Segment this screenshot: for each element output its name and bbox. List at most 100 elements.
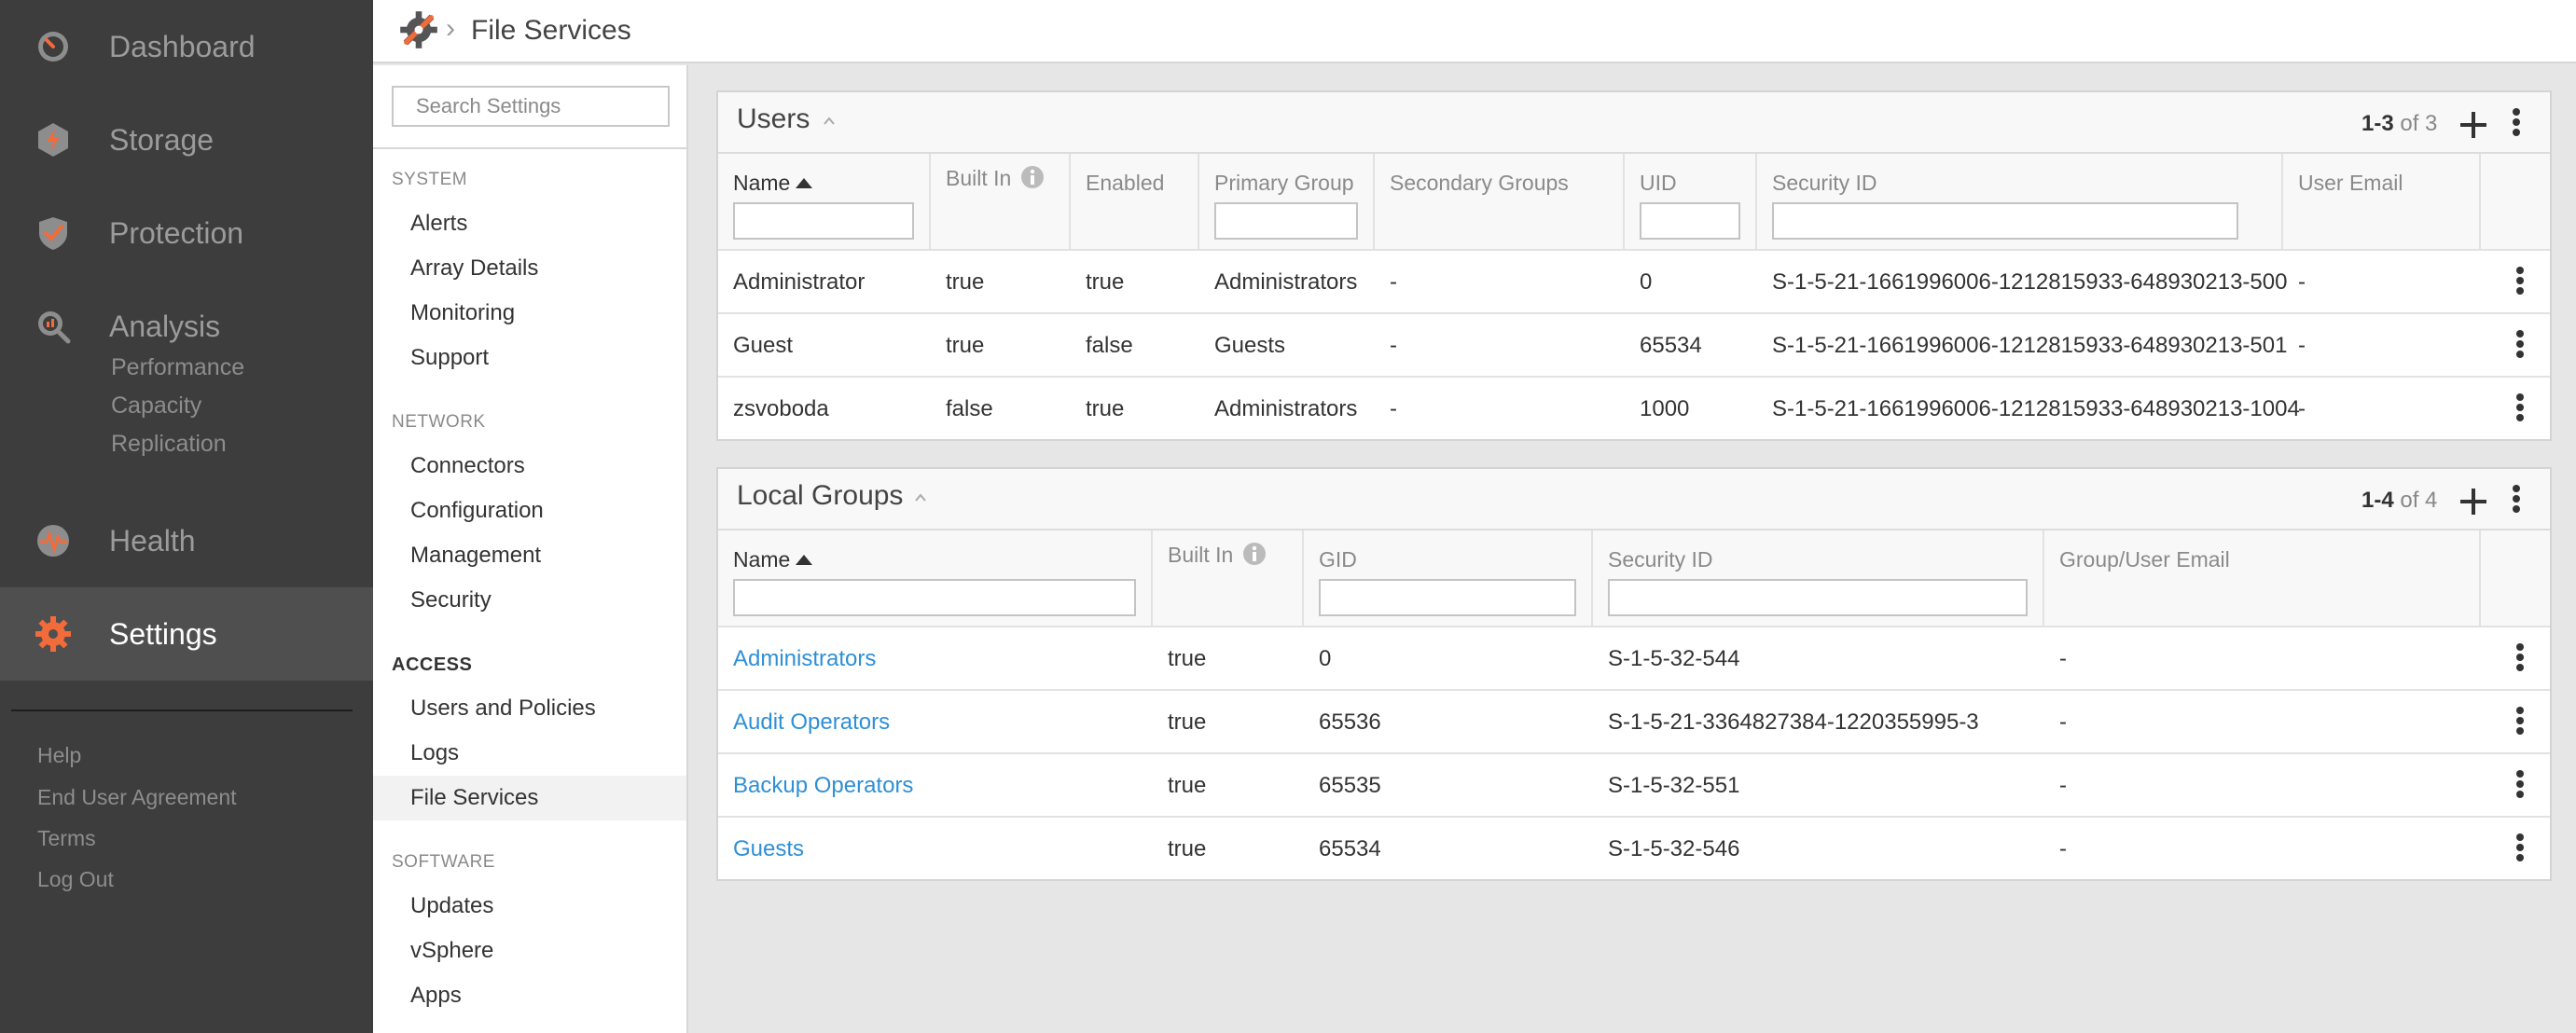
- nav-sub-performance[interactable]: Performance: [111, 354, 244, 381]
- users-menu-kebab-icon[interactable]: [2511, 105, 2522, 143]
- groups-panel-title: Local Groups: [737, 480, 904, 511]
- sidebar-item-management[interactable]: Management: [373, 533, 686, 578]
- cell-user-email: -: [2298, 396, 2306, 421]
- cell-security-id: S-1-5-32-551: [1608, 773, 1740, 798]
- nav-link-terms[interactable]: Terms: [37, 826, 96, 851]
- col-header-secondary-groups[interactable]: Secondary Groups: [1375, 154, 1625, 249]
- row-menu-kebab-icon[interactable]: [2514, 704, 2526, 741]
- col-header-email[interactable]: Group/User Email: [2044, 530, 2481, 626]
- analysis-magnifier-icon: [38, 311, 71, 344]
- add-group-icon[interactable]: [2458, 486, 2489, 517]
- filter-gid-input[interactable]: [1319, 579, 1576, 616]
- section-heading-system: SYSTEM: [392, 170, 468, 189]
- sidebar-item-array-details[interactable]: Array Details: [373, 246, 686, 291]
- section-heading-software: SOFTWARE: [392, 852, 495, 872]
- cell-uid: 1000: [1640, 396, 1690, 421]
- groups-menu-kebab-icon[interactable]: [2511, 482, 2522, 519]
- cell-security-id: S-1-5-21-3364827384-1220355995-3: [1608, 709, 1979, 735]
- sidebar-item-logs[interactable]: Logs: [373, 731, 686, 776]
- filter-name-input[interactable]: [733, 202, 914, 240]
- sidebar-item-updates[interactable]: Updates: [373, 884, 686, 929]
- cell-group-name-link[interactable]: Audit Operators: [733, 709, 890, 736]
- sidebar-item-alerts[interactable]: Alerts: [373, 201, 686, 246]
- table-row[interactable]: zsvoboda false true Administrators - 100…: [718, 376, 2550, 439]
- sidebar-item-file-services[interactable]: File Services: [373, 776, 686, 820]
- sidebar-item-apps[interactable]: Apps: [373, 973, 686, 1018]
- filter-uid-input[interactable]: [1640, 202, 1740, 240]
- filter-name-input[interactable]: [733, 579, 1136, 616]
- section-heading-network: NETWORK: [392, 412, 486, 432]
- add-user-icon[interactable]: [2458, 109, 2489, 141]
- filter-security-id-input[interactable]: [1772, 202, 2238, 240]
- search-settings-input[interactable]: [392, 86, 670, 127]
- cell-uid: 0: [1640, 269, 1653, 295]
- cell-group-name-link[interactable]: Backup Operators: [733, 773, 913, 799]
- sidebar-item-users-and-policies[interactable]: Users and Policies: [373, 686, 686, 731]
- filter-security-id-input[interactable]: [1608, 579, 2028, 616]
- table-row[interactable]: Administrator true true Administrators -…: [718, 249, 2550, 312]
- info-icon[interactable]: [1242, 542, 1267, 566]
- col-label-user-email: User Email: [2298, 171, 2403, 195]
- table-row[interactable]: Guest true false Guests - 65534 S-1-5-21…: [718, 312, 2550, 376]
- col-header-security-id[interactable]: Security ID: [1593, 530, 2044, 626]
- settings-sidebar: SYSTEM Alerts Array Details Monitoring S…: [373, 65, 688, 1033]
- groups-pager-total: of 4: [2400, 488, 2438, 513]
- nav-item-storage[interactable]: Storage: [0, 93, 373, 186]
- nav-sub-replication[interactable]: Replication: [111, 431, 227, 458]
- col-header-name[interactable]: Name: [718, 154, 931, 249]
- info-icon[interactable]: [1020, 165, 1045, 189]
- sidebar-item-vsphere[interactable]: vSphere: [373, 929, 686, 973]
- row-menu-kebab-icon[interactable]: [2514, 831, 2526, 868]
- nav-item-dashboard[interactable]: Dashboard: [0, 0, 373, 93]
- cell-built-in: true: [1168, 709, 1207, 735]
- col-header-uid[interactable]: UID: [1625, 154, 1757, 249]
- row-menu-kebab-icon[interactable]: [2514, 640, 2526, 678]
- collapse-caret-icon[interactable]: [914, 491, 927, 504]
- col-header-name[interactable]: Name: [718, 530, 1153, 626]
- cell-group-name-link[interactable]: Administrators: [733, 646, 876, 672]
- nav-item-settings[interactable]: Settings: [0, 587, 373, 681]
- col-header-gid[interactable]: GID: [1304, 530, 1593, 626]
- settings-gear-icon[interactable]: [398, 9, 439, 50]
- users-pager-total: of 3: [2400, 111, 2438, 136]
- sidebar-item-support[interactable]: Support: [373, 336, 686, 380]
- cell-security-id: S-1-5-32-544: [1608, 646, 1740, 671]
- sidebar-item-configuration[interactable]: Configuration: [373, 489, 686, 533]
- table-row[interactable]: Audit Operators true 65536 S-1-5-21-3364…: [718, 689, 2550, 752]
- sidebar-item-security[interactable]: Security: [373, 578, 686, 623]
- row-menu-kebab-icon[interactable]: [2514, 391, 2526, 428]
- cell-built-in: true: [946, 333, 985, 358]
- sidebar-item-monitoring[interactable]: Monitoring: [373, 291, 686, 336]
- collapse-caret-icon[interactable]: [823, 115, 836, 128]
- cell-user-email: -: [2298, 333, 2306, 358]
- filter-primary-group-input[interactable]: [1214, 202, 1358, 240]
- nav-item-protection[interactable]: Protection: [0, 186, 373, 280]
- col-header-security-id[interactable]: Security ID: [1757, 154, 2283, 249]
- col-header-user-email[interactable]: User Email: [2283, 154, 2481, 249]
- table-row[interactable]: Administrators true 0 S-1-5-32-544 -: [718, 626, 2550, 689]
- row-menu-kebab-icon[interactable]: [2514, 264, 2526, 301]
- cell-secondary-groups: -: [1390, 333, 1397, 358]
- col-label-uid: UID: [1640, 171, 1677, 195]
- sidebar-item-connectors[interactable]: Connectors: [373, 444, 686, 489]
- table-row[interactable]: Guests true 65534 S-1-5-32-546 -: [718, 816, 2550, 879]
- nav-link-logout[interactable]: Log Out: [37, 867, 114, 892]
- cell-primary-group: Guests: [1214, 333, 1286, 358]
- nav-item-health[interactable]: Health: [0, 494, 373, 587]
- nav-link-eula[interactable]: End User Agreement: [37, 785, 237, 810]
- nav-sub-capacity[interactable]: Capacity: [111, 393, 201, 420]
- col-label-email: Group/User Email: [2059, 547, 2230, 572]
- cell-enabled: false: [1086, 333, 1133, 358]
- row-menu-kebab-icon[interactable]: [2514, 767, 2526, 805]
- table-row[interactable]: Backup Operators true 65535 S-1-5-32-551…: [718, 752, 2550, 816]
- cell-secondary-groups: -: [1390, 269, 1397, 295]
- cell-group-name-link[interactable]: Guests: [733, 836, 804, 862]
- col-header-enabled[interactable]: Enabled: [1071, 154, 1199, 249]
- cell-gid: 65534: [1319, 836, 1381, 861]
- cell-security-id: S-1-5-32-546: [1608, 836, 1740, 861]
- nav-link-help[interactable]: Help: [37, 743, 81, 768]
- users-panel-header: Users 1-3 of 3: [718, 92, 2550, 154]
- col-header-primary-group[interactable]: Primary Group: [1199, 154, 1375, 249]
- row-menu-kebab-icon[interactable]: [2514, 327, 2526, 365]
- breadcrumb-separator: ›: [446, 13, 455, 44]
